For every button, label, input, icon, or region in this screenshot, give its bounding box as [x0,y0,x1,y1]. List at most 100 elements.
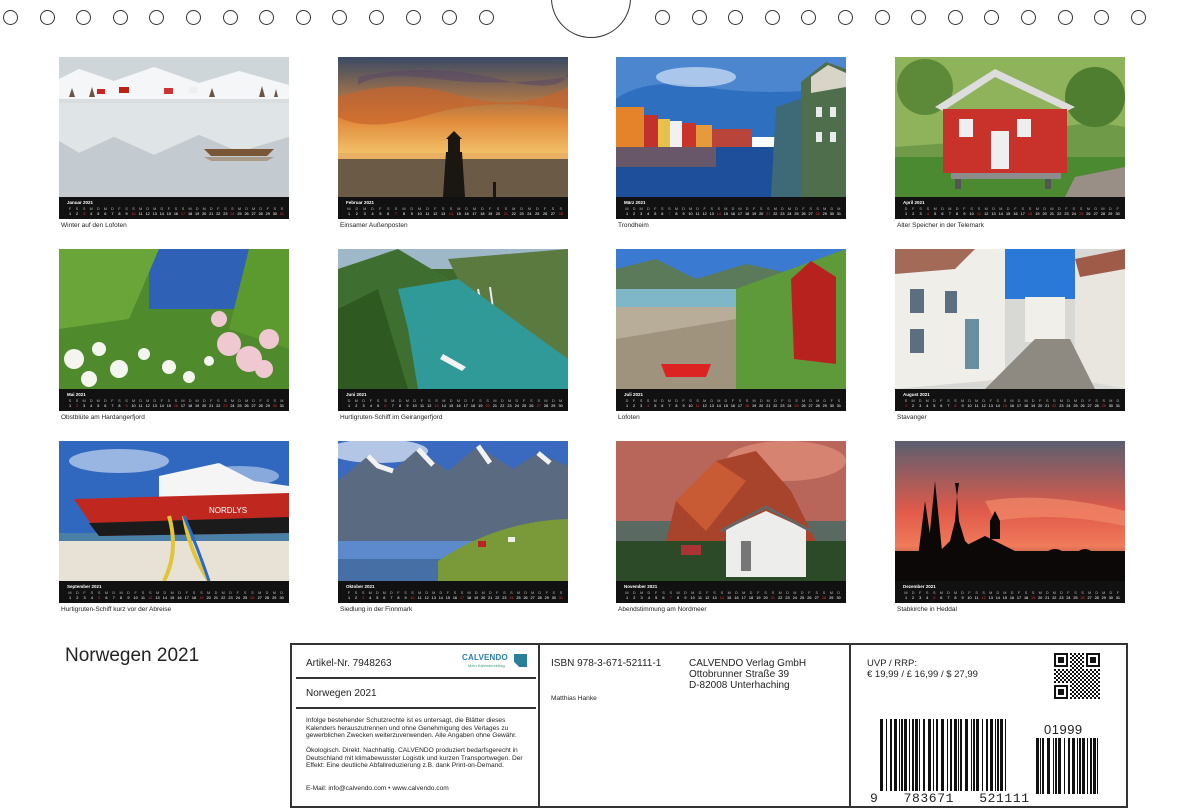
qr-module [1092,671,1094,673]
qr-module [1070,685,1072,687]
calendar-day: S 26 [1080,591,1086,601]
calendar-day: M 15 [456,207,462,217]
qr-module [1094,693,1096,695]
binding-ring [1057,10,1073,25]
day-number: 9 [684,595,687,600]
price-values: € 19,99 / £ 16,99 / $ 27,99 [867,669,978,680]
calendar-day: S 15 [166,399,172,409]
day-number: 6 [661,403,664,408]
day-number: 10 [410,595,415,600]
calendar-day: D9 [682,591,688,601]
day-number: 20 [485,403,490,408]
day-number: 2 [912,211,915,216]
calendar-day: M 15 [1002,591,1008,601]
calendar-day: D 12 [981,399,987,409]
day-number: 6 [387,211,390,216]
calendar-day: S1 [903,399,909,409]
day-number: 3 [640,595,643,600]
day-number: 16 [1009,595,1015,600]
qr-module [1098,681,1100,683]
qr-module [1066,691,1068,693]
calendar-day: M 16 [455,399,461,409]
day-number: 6 [941,211,944,216]
calendar-day: D9 [681,207,687,217]
photo-caption: Stabkirche in Heddal [897,606,957,613]
day-number: 13 [434,403,439,408]
binding-ring [259,10,275,25]
binding-ring [369,10,384,25]
photo-caption: Alter Speicher in der Telemark [897,222,984,229]
calendar-day: F7 [109,399,115,409]
day-number: 24 [1071,211,1076,216]
calendar-day: M9 [404,399,410,409]
calendar-day: D 29 [822,399,828,409]
day-number: 19 [195,403,200,408]
qr-module [1074,681,1076,683]
day-number: 31 [1115,595,1120,600]
calendar-day: M 29 [828,591,834,601]
calendar-day: D 21 [487,591,493,601]
calendar-day: M 13 [431,591,437,601]
qr-module [1098,655,1100,657]
day-number: 16 [173,403,179,408]
calendar-day: M 27 [251,207,257,217]
calendar-day: M 12 [983,207,989,217]
calendar-day: S 25 [794,399,800,409]
day-number: 21 [209,211,214,216]
day-number: 23 [1064,211,1069,216]
calendar-day: M 13 [152,207,158,217]
day-strip: M 1 D 2 M 3 D 4 F 5 S 6 S 7 M 8 D 9 M 10 D 11 F 12 S 13 S 14 M 15 D 16 M… [624,207,842,217]
day-number: 3 [83,211,86,216]
barcode-bar [880,719,883,791]
qr-module [1094,697,1096,699]
day-number: 29 [265,211,270,216]
day-number: 31 [279,403,284,408]
day-number: 17 [463,403,468,408]
barcode-bar [982,719,983,791]
calendar-day: F2 [910,207,916,217]
qr-module [1084,687,1086,689]
calendar-day: D 21 [213,591,219,601]
calendar-day: D 27 [808,399,814,409]
day-number: 28 [815,403,820,408]
logo-tagline: Mein Kalenderverlag [468,663,505,668]
qr-module [1078,681,1080,683]
calendar-day: S 25 [242,591,248,601]
qr-module [1058,673,1060,675]
photo-caption: Siedlung in der Finnmark [340,606,413,613]
calendar-day: D 25 [799,591,805,601]
qr-module [1082,677,1084,679]
calendar-day: S9 [124,207,130,217]
day-number: 26 [1086,211,1091,216]
calendar-day: F 11 [419,399,425,409]
qr-module [1098,689,1100,691]
day-number: 26 [250,595,255,600]
qr-module [1080,679,1082,681]
qr-module [1082,665,1084,667]
barcode-bar [915,719,918,791]
calendar-day: F 24 [235,591,241,601]
barcode-bar [958,719,959,791]
qr-module [1062,669,1064,671]
calendar-day: M5 [95,399,101,409]
calendar-day: S 25 [1078,207,1084,217]
day-number: 13 [152,403,157,408]
qr-module [1084,671,1086,673]
qr-module [1090,677,1092,679]
calendar-day: M9 [960,399,966,409]
qr-module [1058,685,1060,687]
calendar-day: M4 [88,207,94,217]
calendar-day: S3 [360,591,366,601]
day-number: 30 [836,595,841,600]
calendar-day: M 11 [138,207,144,217]
calendar-day: M4 [924,399,930,409]
calendar-day: S 22 [215,399,221,409]
photo-trondheim [616,57,846,197]
day-number: 24 [1066,403,1071,408]
calendar-day: F 19 [487,207,493,217]
qr-module [1060,675,1062,677]
binding-ring [1021,10,1036,25]
qr-module [1072,663,1074,665]
day-number: 15 [723,403,728,408]
calendar-day: M 10 [417,207,423,217]
